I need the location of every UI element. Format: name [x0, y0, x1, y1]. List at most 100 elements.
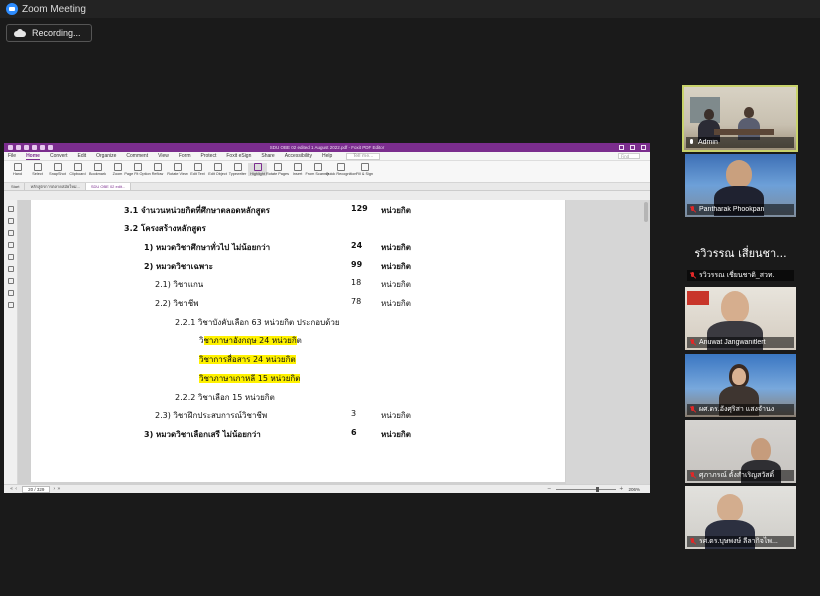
rotate-pages-icon [273, 163, 282, 171]
highlight-korean[interactable]: วิชาภาษาเกาหลี 15 หน่วยกิต [199, 374, 301, 383]
window-title: Zoom Meeting [22, 3, 86, 15]
participant-tile-pantharak[interactable]: Pantharak Phookpan [685, 154, 796, 217]
ribbon-select[interactable]: Select [28, 163, 47, 176]
foxit-titlebar: SDU OBE 02 edited 1 August 2022.pdf - Fo… [4, 143, 650, 152]
tags-panel-icon[interactable] [7, 290, 14, 296]
highlight-communication[interactable]: วิชาการสื่อสาร 24 หน่วยกิต [199, 355, 296, 364]
ribbon-edit-text[interactable]: Edit Text [188, 163, 207, 176]
menu-edit[interactable]: Edit [77, 153, 86, 159]
bookmarks-panel-icon[interactable] [7, 206, 14, 212]
zoom-out-icon[interactable]: − [547, 486, 551, 492]
ribbon-rotate-pages[interactable]: Rotate Pages [266, 163, 289, 176]
doc-value-internship: 3 [351, 409, 357, 418]
muted-mic-icon [689, 205, 696, 214]
find-input[interactable]: Find [618, 153, 640, 159]
zoom-level[interactable]: 206% [628, 487, 640, 492]
ribbon-snapshot[interactable]: SnapShot [48, 163, 67, 176]
tell-me-input[interactable]: Tell me... [346, 152, 381, 160]
last-page-icon[interactable]: » [57, 486, 60, 492]
attachments-panel-icon[interactable] [7, 254, 14, 260]
tab-doc-active[interactable]: SDU OBE 02 edit... [85, 183, 132, 190]
doc-value-general: 24 [351, 241, 363, 250]
page-fit-icon [133, 163, 142, 171]
participant-name-bar: Pantharak Phookpan [687, 204, 794, 215]
ribbon-page-fit[interactable]: Page Fit Option [124, 163, 151, 176]
menu-convert[interactable]: Convert [50, 153, 68, 159]
participant-tile-rawiwan[interactable]: รวิวรรณ เสี่ยนชา... รวิวรรณ เชี่ยนชาติ_ส… [685, 220, 796, 283]
doc-line-internship: 2.3) วิชาฝึกประสบการณ์วิชาชีพ [155, 411, 268, 420]
menu-form[interactable]: Form [179, 153, 191, 159]
vertical-scrollbar-thumb[interactable] [644, 202, 648, 222]
bookmark-icon [93, 163, 102, 171]
ribbon-hand[interactable]: Hand [8, 163, 27, 176]
wall-poster [687, 291, 709, 305]
prev-page-icon[interactable]: ‹ [15, 486, 17, 492]
edit-object-icon [213, 163, 222, 171]
doc-line-korean: วิชาภาษาเกาหลี 15 หน่วยกิต [199, 372, 301, 385]
ribbon-bookmark[interactable]: Bookmark [88, 163, 107, 176]
menu-help[interactable]: Help [322, 153, 332, 159]
participant-tile-angsurisa[interactable]: ผศ.ดร.อังศุริสา แสงจำนง [685, 354, 796, 417]
participant-name-bar: Anuwat Jangwanitlert [687, 337, 794, 348]
menu-home[interactable]: Home [26, 153, 40, 160]
clipboard-icon [73, 163, 82, 171]
doc-value-core: 18 [351, 278, 362, 287]
menu-accessibility[interactable]: Accessibility [285, 153, 312, 159]
menu-foxit-esign[interactable]: Foxit eSign [226, 153, 251, 159]
pages-panel-icon[interactable] [7, 218, 14, 224]
menu-protect[interactable]: Protect [201, 153, 217, 159]
doc-unit-professional: หน่วยกิต [381, 299, 411, 308]
doc-line-3-2: 3.2 โครงสร้างหลักสูตร [124, 224, 206, 233]
ribbon-insert[interactable]: Insert [288, 163, 307, 176]
ribbon-edit-object[interactable]: Edit Object [208, 163, 227, 176]
fill-sign-icon [360, 163, 369, 171]
close-icon[interactable] [641, 145, 646, 150]
ribbon-quick-recognition[interactable]: Quick Recognition [326, 163, 356, 176]
next-page-icon[interactable]: › [53, 486, 55, 492]
minimize-icon[interactable] [619, 145, 624, 150]
ribbon-reflow[interactable]: Reflow [148, 163, 167, 176]
table [714, 129, 774, 135]
ribbon-clipboard[interactable]: Clipboard [68, 163, 87, 176]
doc-line-english: วิชาภาษาอังกฤษ 24 หน่วยกิต [199, 336, 302, 345]
zoom-control: − + 206% [547, 486, 640, 492]
cloud-recording-icon [14, 29, 26, 37]
navigation-panel [4, 200, 18, 484]
recording-indicator[interactable]: Recording... [6, 24, 92, 42]
ribbon-rotate-view[interactable]: Rotate View [167, 163, 188, 176]
comments-panel-icon[interactable] [7, 230, 14, 236]
participant-tile-supaporn[interactable]: ศุภาภรณ์ ตั้งสำเริญสวัสดิ์ [685, 420, 796, 483]
doc-line-communication: วิชาการสื่อสาร 24 หน่วยกิต [199, 353, 296, 366]
menu-view[interactable]: View [158, 153, 169, 159]
highlight-english[interactable]: ชาภาษาอังกฤษ 24 หน่วยกิ [203, 336, 297, 345]
menu-organize[interactable]: Organize [96, 153, 116, 159]
tab-doc-1[interactable]: หลักสูตรการตลาดสมัยใหม่... [25, 183, 86, 190]
ribbon-from-scanner[interactable]: From Scanner [305, 163, 330, 176]
layers-panel-icon[interactable] [7, 242, 14, 248]
menu-share[interactable]: Share [261, 153, 274, 159]
menu-file[interactable]: File [8, 153, 16, 159]
participant-tile-admin[interactable]: Admin [682, 85, 798, 152]
first-page-icon[interactable]: « [10, 486, 13, 492]
security-panel-icon[interactable] [7, 278, 14, 284]
participant-tile-butsapong[interactable]: รศ.ดร.บุษพงษ์ ลีลากิจไพ... [685, 486, 796, 549]
menu-comment[interactable]: Comment [126, 153, 148, 159]
tab-start[interactable]: Start [6, 183, 26, 190]
ribbon-highlight[interactable]: Highlight [248, 163, 267, 177]
doc-line-core: 2.1) วิชาแกน [155, 280, 204, 289]
participant-tile-anuwat[interactable]: Anuwat Jangwanitlert [685, 287, 796, 350]
zoom-in-icon[interactable]: + [619, 486, 623, 492]
maximize-icon[interactable] [630, 145, 635, 150]
page-number-input[interactable]: 20 / 329 [22, 485, 51, 493]
doc-value-specific: 99 [351, 260, 363, 269]
ribbon-typewriter[interactable]: Typewriter [228, 163, 247, 176]
window-controls [619, 145, 646, 150]
document-scroll-area[interactable] [566, 200, 650, 484]
zoom-slider[interactable] [556, 486, 617, 492]
ribbon-fill-sign[interactable]: Fill & Sign [355, 163, 374, 176]
foxit-ribbon: Hand Select SnapShot Clipboard Bookmark … [4, 161, 650, 183]
signature-panel-icon[interactable] [7, 266, 14, 272]
doc-line-free-elective-sub: 2.2.2 วิชาเลือก 15 หน่วยกิต [175, 393, 275, 402]
content-panel-icon[interactable] [7, 302, 14, 308]
document-tabs: Start หลักสูตรการตลาดสมัยใหม่... SDU OBE… [4, 183, 650, 191]
